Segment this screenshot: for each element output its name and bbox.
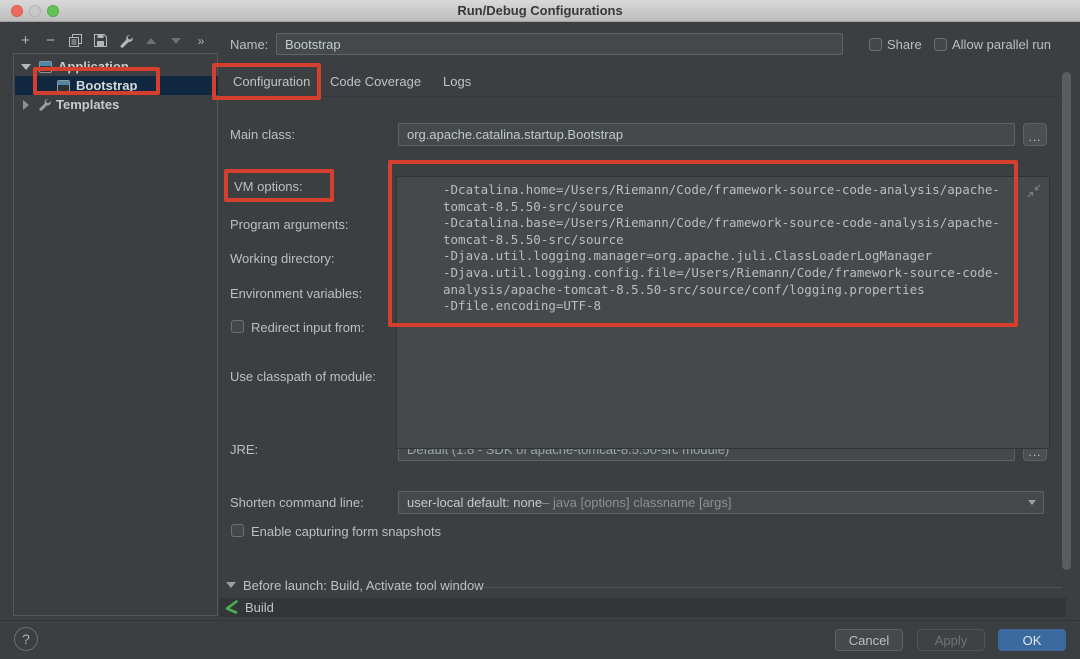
wrench-icon [38,98,51,111]
titlebar: Run/Debug Configurations [0,0,1080,22]
before-launch-task-build[interactable]: Build [219,598,1066,617]
build-task-label: Build [245,600,274,615]
configurations-tree-panel: Application Bootstrap Templates [13,53,218,616]
configurations-toolbar: + − » [13,28,218,53]
tree-item-label: Bootstrap [76,78,137,93]
add-icon[interactable]: + [13,30,38,52]
zoom-window-icon[interactable] [47,5,59,17]
form-snapshots-checkbox[interactable] [231,524,244,537]
form-snapshots-label: Enable capturing form snapshots [251,524,441,539]
move-down-icon[interactable] [163,30,188,52]
allow-parallel-run-label: Allow parallel run [952,37,1051,52]
close-window-icon[interactable] [11,5,23,17]
remove-icon[interactable]: − [38,30,63,52]
vm-options-text[interactable]: -Dcatalina.home=/Users/Riemann/Code/fram… [443,182,1000,315]
application-icon [39,61,52,73]
share-checkbox[interactable] [869,38,882,51]
minimize-window-icon [29,5,41,17]
chevron-right-icon[interactable] [23,100,29,110]
dropdown-arrow-icon[interactable] [1028,500,1036,505]
vm-options-editor-popup[interactable]: -Dcatalina.home=/Users/Riemann/Code/fram… [396,176,1050,449]
vertical-scrollbar[interactable] [1062,72,1071,570]
before-launch-separator [484,587,1062,588]
redirect-input-checkbox[interactable] [231,320,244,333]
name-label: Name: [230,37,268,52]
main-class-label: Main class: [230,127,295,142]
use-classpath-label: Use classpath of module: [230,369,376,384]
tree-item-application[interactable]: Application [15,57,218,76]
tree-item-templates[interactable]: Templates [15,95,218,114]
footer-separator [0,620,1080,621]
more-icon[interactable]: » [188,30,213,52]
redirect-input-label: Redirect input from: [251,320,364,335]
tree-item-bootstrap[interactable]: Bootstrap [15,76,218,95]
run-debug-configurations-dialog: Run/Debug Configurations + − » Applicati… [0,0,1080,659]
tab-configuration[interactable]: Configuration [233,70,310,92]
application-icon [57,80,70,92]
tree-item-label: Templates [56,97,119,112]
collapse-icon[interactable] [1027,184,1041,198]
tab-logs[interactable]: Logs [443,70,471,92]
working-directory-label: Working directory: [230,251,335,266]
build-icon [224,600,239,615]
share-label: Share [887,37,922,52]
shorten-command-line-label: Shorten command line: [230,495,364,510]
main-class-field[interactable]: org.apache.catalina.startup.Bootstrap [398,123,1015,146]
main-class-browse-button[interactable]: ... [1023,123,1047,146]
tree-item-label: Application [58,59,129,74]
jre-label: JRE: [230,442,258,457]
tab-code-coverage[interactable]: Code Coverage [330,70,421,92]
help-button[interactable]: ? [14,627,38,651]
tabs-separator [225,96,1057,97]
move-up-icon[interactable] [138,30,163,52]
before-launch-label: Before launch: Build, Activate tool wind… [243,578,484,593]
apply-button: Apply [917,629,985,651]
edit-templates-wrench-icon[interactable] [113,30,138,52]
shorten-value: user-local default: none [407,495,542,510]
shorten-command-line-select[interactable]: user-local default: none – java [options… [398,491,1044,514]
allow-parallel-run-checkbox[interactable] [934,38,947,51]
copy-icon[interactable] [63,30,88,52]
name-input[interactable] [276,33,843,55]
program-arguments-label: Program arguments: [230,217,349,232]
before-launch-collapse-icon[interactable] [226,582,236,588]
cancel-button[interactable]: Cancel [835,629,903,651]
environment-variables-label: Environment variables: [230,286,362,301]
vm-options-label: VM options: [234,179,303,194]
shorten-hint: – java [options] classname [args] [542,495,731,510]
window-title: Run/Debug Configurations [457,3,622,18]
save-icon[interactable] [88,30,113,52]
chevron-down-icon[interactable] [21,64,31,70]
ok-button[interactable]: OK [998,629,1066,651]
